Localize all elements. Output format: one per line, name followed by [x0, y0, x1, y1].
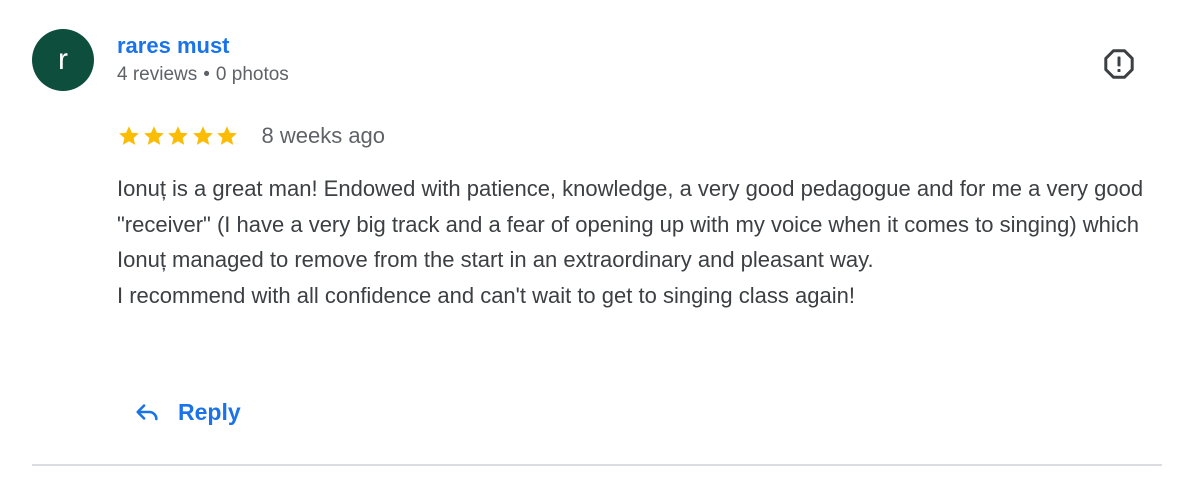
review-paragraph: Ionuț is a great man! Endowed with patie…	[117, 176, 1144, 272]
photos-count: 0 photos	[215, 64, 289, 85]
review-date: 8 weeks ago	[261, 123, 386, 148]
author-meta: 4 reviews • 0 photos	[117, 64, 289, 86]
meta-separator: •	[203, 64, 210, 85]
avatar-initial: r	[58, 43, 68, 76]
avatar[interactable]: r	[32, 29, 94, 91]
star-icon	[168, 126, 188, 145]
divider	[32, 464, 1162, 466]
review-card: r rares must 4 reviews • 0 photos 8 weeks …	[0, 0, 1200, 486]
reply-button[interactable]: Reply	[133, 393, 241, 431]
author-name-link[interactable]: rares must	[117, 33, 230, 59]
star-icon	[143, 126, 164, 145]
review-text: Ionuț is a great man! Endowed with patie…	[117, 171, 1177, 313]
report-review-button[interactable]	[1099, 44, 1139, 84]
review-paragraph: I recommend with all confidence and can'…	[117, 282, 855, 308]
star-icon	[192, 126, 213, 145]
rating-row: 8 weeks ago	[117, 121, 385, 151]
author-info: rares must 4 reviews • 0 photos	[117, 33, 289, 86]
star-icon	[119, 126, 139, 145]
report-octagon-icon	[1104, 49, 1134, 79]
star-icon	[217, 126, 237, 145]
reply-arrow-icon	[133, 398, 161, 426]
reply-label: Reply	[178, 398, 241, 425]
star-rating	[117, 124, 240, 148]
reviews-count: 4 reviews	[117, 64, 198, 85]
